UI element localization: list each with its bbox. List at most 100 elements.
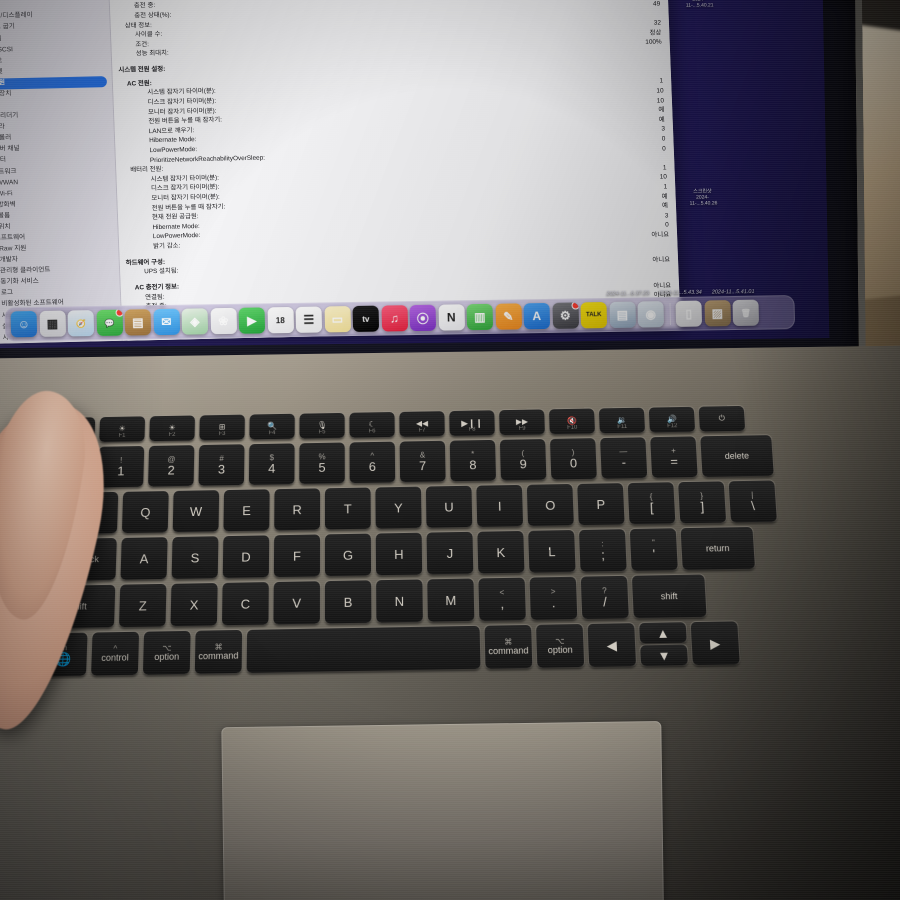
dock-icon-notes[interactable]: ▭ — [324, 306, 351, 333]
key--[interactable]: >. — [529, 576, 578, 620]
key-e[interactable]: E — [223, 489, 270, 532]
dock-icon-safari[interactable]: 🧭 — [67, 310, 95, 337]
key--[interactable]: 🔇 F10 — [548, 408, 595, 435]
key--[interactable]: ▶▶ F9 — [499, 409, 545, 436]
key-5[interactable]: % 5 — [299, 442, 345, 484]
key-4[interactable]: $4 — [248, 443, 295, 485]
key-x[interactable]: X — [170, 582, 218, 627]
dock-icon-appstore[interactable]: A — [523, 302, 551, 330]
dock-icon-finder[interactable]: ☺ — [10, 310, 38, 338]
key-n[interactable]: N — [376, 579, 423, 623]
key-9[interactable]: (9 — [499, 439, 547, 481]
key--[interactable]: ☀ F2 — [149, 415, 195, 442]
key--[interactable]: + = — [650, 436, 698, 478]
desktop-icon[interactable]: 1 스크린샷 2024-11-...5.40.26 — [689, 188, 718, 207]
key-o[interactable]: O — [526, 483, 574, 526]
key--[interactable]: 🔉 F11 — [598, 407, 646, 434]
key--[interactable]: 🔊 F12 — [648, 406, 696, 433]
key--[interactable]: ⊞ F3 — [199, 414, 245, 441]
dock-icon-photos[interactable]: ❀ — [210, 307, 237, 335]
dock-icon-calendar[interactable]: 18 — [267, 306, 294, 334]
key-p[interactable]: P — [577, 483, 625, 526]
dock-icon-settings[interactable]: ⚙ — [551, 302, 579, 329]
dock-icon-mail-brown[interactable]: ▤ — [124, 309, 152, 336]
key--[interactable]: 🎙 F5 — [299, 412, 345, 439]
key-b[interactable]: B — [324, 580, 372, 624]
dock-icon-preview[interactable]: ▤ — [608, 301, 636, 328]
dock-icon-folder-pics[interactable]: ▨ — [703, 300, 731, 327]
key-control[interactable]: ^ control — [91, 631, 140, 676]
key-option[interactable]: ⌥ option — [536, 624, 585, 668]
key-0[interactable]: ) 0 — [549, 438, 597, 480]
key-l[interactable]: L — [528, 530, 576, 573]
dock-icon-maps[interactable]: ◈ — [181, 308, 209, 335]
key-shift[interactable]: shift — [631, 574, 707, 619]
key-arrow-right[interactable]: ▶ — [690, 621, 740, 666]
system-information-window[interactable]: SATASPIThunderbolt/USB4USB그래픽/디스플레이디스크 굽… — [0, 0, 681, 345]
key-8[interactable]: * 8 — [449, 439, 497, 482]
key-v[interactable]: V — [273, 581, 320, 625]
key-t[interactable]: T — [324, 487, 371, 530]
key-z[interactable]: Z — [119, 583, 167, 628]
key-delete[interactable]: delete — [700, 435, 774, 477]
key--[interactable]: — - — [600, 437, 648, 479]
key-y[interactable]: Y — [375, 486, 422, 529]
dock-icon-kakaotalk[interactable]: TALK — [580, 302, 608, 329]
key-a[interactable]: A — [120, 537, 168, 580]
dock-icon-mail[interactable]: ✉ — [153, 308, 180, 336]
key--[interactable]: <, — [478, 577, 526, 621]
key-h[interactable]: H — [375, 532, 423, 576]
sidebar[interactable]: SATASPIThunderbolt/USB4USB그래픽/디스플레이디스크 굽… — [0, 0, 123, 345]
key-arrow-up[interactable]: ▲ — [639, 622, 687, 644]
key-3[interactable]: #3 — [198, 444, 245, 486]
key-w[interactable]: W — [172, 490, 220, 533]
key--[interactable]: ? / — [580, 575, 629, 619]
dock-icon-music[interactable]: ♫ — [381, 305, 408, 332]
dock-icon-reminders[interactable]: ☰ — [295, 306, 323, 333]
trackpad[interactable] — [221, 721, 664, 900]
key-command[interactable]: ⌘ command — [484, 624, 533, 669]
key--[interactable]: | \ — [728, 480, 777, 523]
key-m[interactable]: M — [427, 578, 475, 622]
key-6[interactable]: ^ 6 — [349, 441, 396, 484]
key--[interactable]: ☾ F6 — [349, 412, 395, 438]
key-s[interactable]: S — [171, 536, 219, 579]
dock-icon-podcasts[interactable]: ⦿ — [409, 304, 437, 332]
key-d[interactable]: D — [222, 535, 270, 578]
dock-icon-launchpad[interactable]: ▦ — [39, 310, 66, 337]
key--[interactable]: {[ — [627, 482, 676, 525]
key-f[interactable]: F — [273, 534, 321, 577]
key--[interactable]: ◀◀ F7 — [399, 411, 445, 437]
key-option[interactable]: ⌥ option — [142, 630, 191, 675]
dock-icon-appletv[interactable]: tv — [352, 305, 380, 333]
key-2[interactable]: @2 — [148, 445, 195, 487]
dock-icon-sysinfo[interactable]: ◉ — [637, 301, 665, 328]
dock-icon-messages[interactable]: 💬 — [96, 309, 123, 337]
key-c[interactable]: C — [221, 582, 269, 626]
dock-icon-pages[interactable]: ✎ — [494, 303, 522, 330]
key-i[interactable]: I — [476, 484, 524, 527]
key--[interactable]: }] — [678, 481, 727, 524]
key-command[interactable]: ⌘ command — [194, 629, 243, 674]
key-k[interactable]: K — [477, 530, 525, 574]
dock-icon-news[interactable]: N — [438, 304, 465, 331]
desktop-icon[interactable]: 1 스크린샷 2024-11-...5.40.21 — [686, 0, 714, 9]
key--[interactable]: :; — [578, 529, 627, 572]
key-g[interactable]: G — [324, 533, 372, 577]
key-arrow-down[interactable]: ▼ — [640, 644, 688, 666]
key-q[interactable]: Q — [121, 491, 169, 533]
key--[interactable]: " ' — [629, 528, 678, 571]
keyboard[interactable]: esc☀F1☀F2⊞F3🔍F4🎙F5☾F6◀◀F7▶❙❙F8▶▶F9🔇F10🔉F… — [38, 404, 856, 716]
key-arrow-left[interactable]: ◀ — [587, 623, 637, 667]
key-j[interactable]: J — [426, 531, 474, 575]
key-7[interactable]: & 7 — [399, 440, 446, 483]
key-return[interactable]: return — [680, 526, 755, 570]
dock-icon-numbers[interactable]: ▥ — [466, 303, 494, 331]
dock-icon-document[interactable]: ▯ — [675, 300, 703, 327]
dock-icon-trash[interactable]: 🗑 — [732, 299, 760, 327]
key--[interactable]: 🔍 F4 — [249, 413, 295, 440]
key-u[interactable]: U — [425, 485, 473, 528]
key--[interactable]: ☀ F1 — [99, 416, 146, 442]
key--[interactable]: ▶❙❙ F8 — [449, 410, 495, 436]
key--[interactable]: ⏻ — [698, 405, 746, 432]
